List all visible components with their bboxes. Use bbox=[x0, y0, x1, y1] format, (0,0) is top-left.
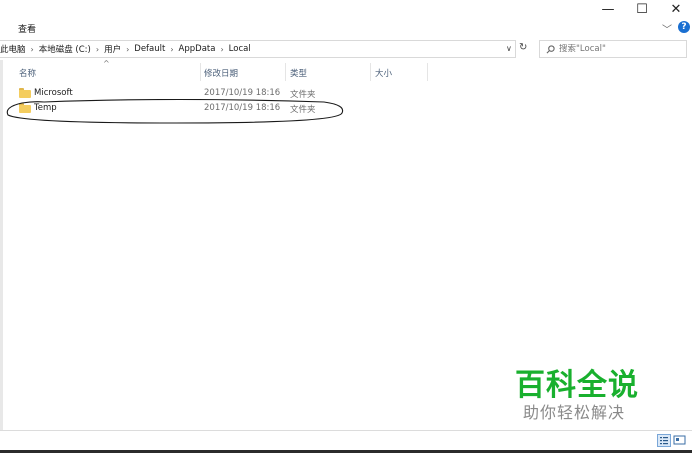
watermark-subtitle: 助你轻松解决 bbox=[523, 403, 626, 422]
address-dropdown-icon[interactable]: ∨ bbox=[506, 44, 512, 53]
breadcrumb-separator[interactable]: › bbox=[31, 45, 34, 54]
watermark-title: 百科全说 bbox=[515, 368, 639, 403]
highlight-annotation bbox=[6, 99, 344, 124]
column-divider[interactable] bbox=[370, 63, 371, 81]
tiles-view-button[interactable] bbox=[673, 434, 687, 447]
maximize-button[interactable]: ☐ bbox=[625, 0, 659, 18]
close-icon: ✕ bbox=[670, 1, 682, 17]
breadcrumb-local-disk[interactable]: 本地磁盘 (C:) bbox=[39, 43, 91, 55]
folder-icon bbox=[19, 88, 31, 98]
column-divider[interactable] bbox=[200, 63, 201, 81]
status-divider bbox=[0, 430, 692, 431]
column-header-size[interactable]: 大小 bbox=[375, 67, 392, 79]
column-divider[interactable] bbox=[285, 63, 286, 81]
details-view-button[interactable] bbox=[657, 434, 671, 447]
refresh-icon[interactable]: ↻ bbox=[519, 42, 527, 53]
address-bar[interactable]: 此电脑 › 本地磁盘 (C:) › 用户 › Default › AppData… bbox=[0, 40, 516, 58]
breadcrumb-separator[interactable]: › bbox=[220, 45, 223, 54]
help-icon[interactable]: ? bbox=[678, 21, 690, 33]
column-header-type[interactable]: 类型 bbox=[290, 67, 307, 79]
minimize-button[interactable]: — bbox=[591, 0, 625, 18]
sort-ascending-icon: ^ bbox=[103, 59, 110, 68]
file-date: 2017/10/19 18:16 bbox=[204, 88, 281, 98]
column-header-date[interactable]: 修改日期 bbox=[204, 67, 238, 79]
details-view-icon bbox=[660, 437, 668, 445]
column-divider[interactable] bbox=[427, 63, 428, 81]
search-icon bbox=[546, 44, 555, 53]
minimize-icon: — bbox=[601, 1, 615, 17]
breadcrumb-local[interactable]: Local bbox=[229, 44, 251, 54]
search-box[interactable] bbox=[539, 40, 687, 58]
breadcrumb-separator[interactable]: › bbox=[170, 45, 173, 54]
file-name: Microsoft bbox=[34, 88, 73, 98]
breadcrumb-users[interactable]: 用户 bbox=[104, 43, 121, 55]
ribbon-expand-icon[interactable]: ﹀ bbox=[662, 21, 672, 36]
breadcrumb-this-pc[interactable]: 此电脑 bbox=[0, 43, 26, 55]
breadcrumb-appdata[interactable]: AppData bbox=[179, 44, 216, 54]
maximize-icon: ☐ bbox=[636, 1, 648, 17]
close-button[interactable]: ✕ bbox=[659, 0, 692, 18]
breadcrumb-default[interactable]: Default bbox=[134, 44, 165, 54]
breadcrumb-separator[interactable]: › bbox=[96, 45, 99, 54]
ribbon-tab-view[interactable]: 查看 bbox=[18, 22, 36, 35]
column-header-name[interactable]: 名称 bbox=[19, 67, 36, 79]
search-input[interactable] bbox=[559, 44, 679, 54]
tiles-view-icon bbox=[673, 435, 686, 445]
navigation-pane[interactable] bbox=[0, 60, 3, 430]
breadcrumb-separator[interactable]: › bbox=[126, 45, 129, 54]
